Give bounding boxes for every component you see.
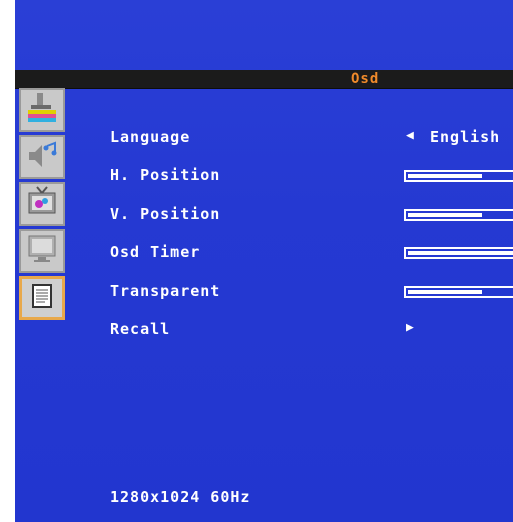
- osd-menu-tab[interactable]: [19, 276, 65, 320]
- tv-image-tab[interactable]: [19, 182, 65, 226]
- menu-row-recall[interactable]: Recall ▶: [110, 320, 513, 340]
- transparent-fill: [408, 290, 482, 294]
- audio-icon: [25, 138, 59, 176]
- menu-title: Osd: [351, 71, 380, 87]
- recall-arrow-icon[interactable]: ▶: [406, 320, 415, 335]
- osd-timer-fill: [408, 251, 513, 255]
- v-position-label: V. Position: [110, 205, 221, 223]
- h-position-slider[interactable]: [404, 170, 513, 182]
- transparent-slider[interactable]: [404, 286, 513, 298]
- osd-timer-slider[interactable]: [404, 247, 513, 259]
- recall-label: Recall: [110, 320, 171, 338]
- transparent-label: Transparent: [110, 282, 221, 300]
- tv-image-icon: [25, 185, 59, 223]
- monitor-icon: [25, 232, 59, 270]
- title-bar: Osd: [15, 70, 513, 89]
- v-position-slider[interactable]: [404, 209, 513, 221]
- language-value: English: [430, 128, 501, 146]
- icon-sidebar: [15, 88, 67, 378]
- osd-screen: Osd Language ◀ English H. Position V. Po…: [15, 0, 513, 522]
- picture-adjust-tab[interactable]: [19, 88, 65, 132]
- menu-row-v-position[interactable]: V. Position 50: [110, 205, 513, 225]
- audio-tab[interactable]: [19, 135, 65, 179]
- osd-timer-label: Osd Timer: [110, 243, 201, 261]
- menu-row-transparent[interactable]: Transparent 4: [110, 282, 513, 302]
- resolution-status: 1280x1024 60Hz: [110, 488, 251, 506]
- menu-row-h-position[interactable]: H. Position 50: [110, 166, 513, 186]
- menu-row-language[interactable]: Language ◀ English ▶: [110, 128, 513, 148]
- language-label: Language: [110, 128, 191, 146]
- monitor-tab[interactable]: [19, 229, 65, 273]
- v-position-fill: [408, 213, 482, 217]
- arrow-left-icon[interactable]: ◀: [406, 128, 415, 143]
- osd-menu-icon: [27, 281, 57, 315]
- h-position-label: H. Position: [110, 166, 221, 184]
- picture-adjust-icon: [25, 91, 59, 129]
- h-position-fill: [408, 174, 482, 178]
- menu-row-osd-timer[interactable]: Osd Timer 60: [110, 243, 513, 263]
